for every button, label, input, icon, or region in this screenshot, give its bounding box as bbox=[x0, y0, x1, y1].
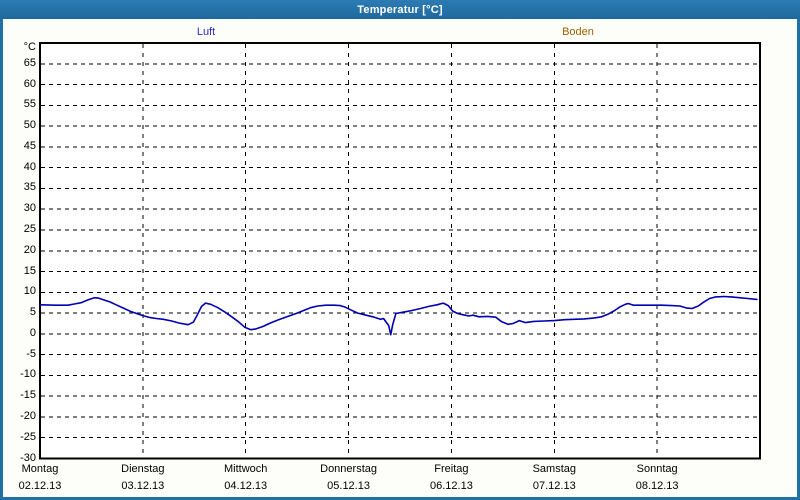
temperature-chart bbox=[39, 42, 761, 460]
window-title: Temperatur [°C] bbox=[357, 3, 443, 16]
temperature-chart-window: Temperatur [°C] Luft Boden °C 65 60 55 50 45… bbox=[0, 0, 800, 500]
window-titlebar: Temperatur [°C] bbox=[0, 0, 800, 19]
